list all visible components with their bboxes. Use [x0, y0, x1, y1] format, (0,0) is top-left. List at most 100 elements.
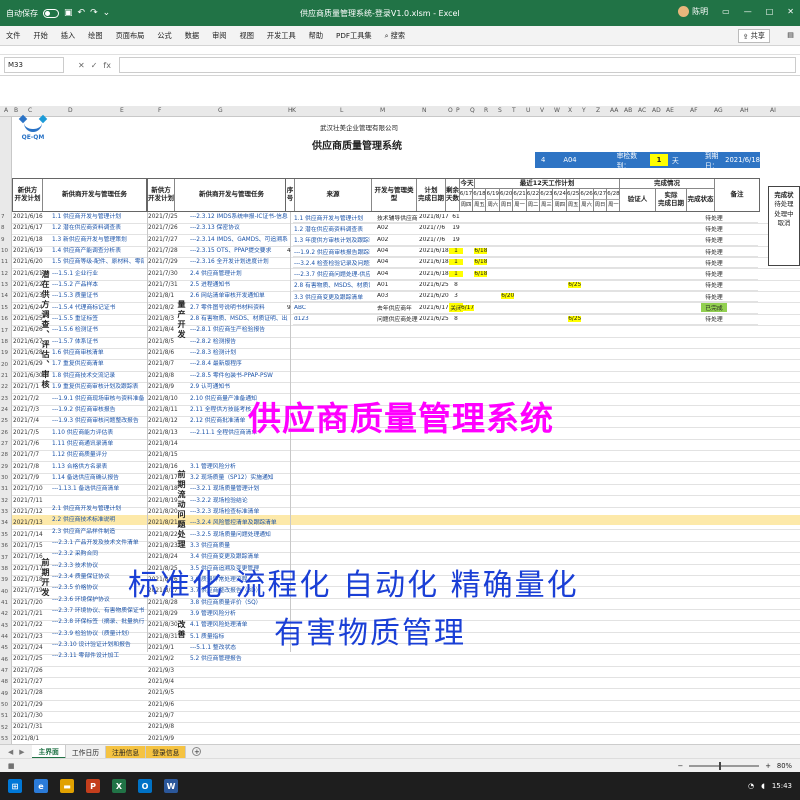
- column-header[interactable]: V: [540, 107, 544, 114]
- task-link[interactable]: 1.11 供应商通讯录清单: [52, 439, 144, 450]
- plan-date-cell[interactable]: 2021/7/31: [148, 280, 178, 291]
- plan-date-cell[interactable]: 2021/7/8: [13, 462, 39, 473]
- plan-date-cell[interactable]: 2021/7/29: [13, 700, 43, 711]
- column-header[interactable]: U: [526, 107, 530, 114]
- plan-date-cell[interactable]: 2021/7/27: [13, 677, 43, 688]
- column-header[interactable]: AH: [740, 107, 749, 114]
- row-header[interactable]: 27: [1, 441, 8, 447]
- plan-date-cell[interactable]: 2021/7/27: [148, 235, 178, 246]
- plan-date-cell[interactable]: 2021/6/29: [13, 359, 43, 370]
- enter-icon[interactable]: ✓: [91, 61, 98, 70]
- task-link[interactable]: 1.6 供应商审核清单: [52, 348, 144, 359]
- task-link[interactable]: ---2.8.4 最新版程序: [190, 359, 288, 370]
- plan-date-cell[interactable]: 2021/8/11: [148, 405, 178, 416]
- task-link[interactable]: 1.2 潜在供应商资料调查表: [52, 223, 144, 234]
- row-status[interactable]: 待处理: [701, 213, 727, 222]
- plan-date-cell[interactable]: 2021/6/23: [13, 291, 43, 302]
- column-header[interactable]: B: [14, 107, 18, 114]
- plan-date-cell[interactable]: 2021/9/1: [148, 643, 174, 654]
- row-header[interactable]: 53: [1, 736, 8, 742]
- column-header[interactable]: AC: [638, 107, 646, 114]
- plan-date-cell[interactable]: 2021/7/31: [13, 722, 43, 733]
- task-link[interactable]: ---1.5.2 产品样本: [52, 280, 144, 291]
- task-link[interactable]: ---2.3.14 IMDS、GAMDS、可追溯系统要求: [190, 235, 288, 246]
- plan-date-cell[interactable]: 2021/6/28: [13, 348, 43, 359]
- table-row[interactable]: 1.2 潜在供应商资料调查表 A02 2021/7/6 19 待处理: [293, 223, 758, 235]
- row-source[interactable]: ---3.2.4 检查检验记录及问题追踪: [294, 258, 370, 267]
- column-header[interactable]: K: [292, 107, 296, 114]
- plan-date-cell[interactable]: 2021/8/20: [148, 507, 178, 518]
- row-header[interactable]: 43: [1, 623, 8, 629]
- row-status[interactable]: 待处理: [701, 292, 727, 301]
- column-header[interactable]: AB: [624, 107, 632, 114]
- task-link[interactable]: ---3.2.3 现场检查标准清单: [190, 507, 288, 518]
- row-header[interactable]: 25: [1, 418, 8, 424]
- column-header[interactable]: Y: [582, 107, 586, 114]
- ribbon-tab[interactable]: 视图: [240, 31, 254, 41]
- row-status[interactable]: 已完成: [701, 303, 727, 313]
- plan-date-cell[interactable]: 2021/7/3: [13, 405, 39, 416]
- row-header[interactable]: 22: [1, 384, 8, 390]
- plan-date-cell[interactable]: 2021/7/14: [13, 530, 43, 541]
- plan-date-cell[interactable]: 2021/8/19: [148, 496, 178, 507]
- column-header[interactable]: A: [4, 107, 8, 114]
- save-icon[interactable]: ▣: [64, 8, 73, 18]
- row-header[interactable]: 50: [1, 702, 8, 708]
- column-header[interactable]: N: [422, 107, 427, 114]
- ribbon-tab[interactable]: 数据: [185, 31, 199, 41]
- ribbon-display-icon[interactable]: ▭: [722, 7, 730, 16]
- row-status[interactable]: 待处理: [701, 247, 727, 256]
- plan-date-cell[interactable]: 2021/9/3: [148, 666, 174, 677]
- undo-icon[interactable]: ↶: [78, 8, 86, 18]
- plan-date-cell[interactable]: 2021/8/3: [148, 314, 174, 325]
- row-status[interactable]: 待处理: [701, 269, 727, 278]
- row-header[interactable]: 26: [1, 430, 8, 436]
- start-icon[interactable]: ⊞: [8, 779, 22, 793]
- table-row[interactable]: 1.3 年度供方审核计划及跟踪表 A02 2021/7/6 19 待处理: [293, 235, 758, 246]
- plan-date-cell[interactable]: 2021/6/26: [13, 325, 43, 336]
- row-header[interactable]: 12: [1, 271, 8, 277]
- row-header[interactable]: 8: [1, 225, 5, 231]
- task-link[interactable]: 2.3 供应商产品样件制造: [52, 527, 144, 538]
- row-header[interactable]: 7: [1, 214, 5, 220]
- column-header[interactable]: O: [448, 107, 453, 114]
- row-header[interactable]: 24: [1, 407, 8, 413]
- sheet-tab[interactable]: 注册信息: [106, 745, 147, 758]
- row-source[interactable]: ---1.9.2 供应商审核报告跟踪表: [294, 247, 370, 256]
- fx-icon[interactable]: fx: [103, 61, 111, 70]
- row-source[interactable]: 1.2 潜在供应商资料调查表: [294, 224, 370, 233]
- task-link[interactable]: ---1.9.2 供应商审核报告: [52, 405, 144, 416]
- task-link[interactable]: 1.13 合格供方名录表: [52, 462, 144, 473]
- task-link[interactable]: ---2.3.1 产品开发及技术文件清单: [52, 538, 144, 549]
- table-row[interactable]: d123 问题供应商处理 2021/6/25 8 6/25 待处理: [293, 314, 758, 325]
- row-header[interactable]: 47: [1, 668, 8, 674]
- maximize-icon[interactable]: □: [766, 7, 774, 16]
- plan-date-cell[interactable]: 2021/7/26: [13, 666, 43, 677]
- plan-date-cell[interactable]: 2021/7/19: [13, 586, 43, 597]
- plan-date-cell[interactable]: 2021/6/27: [13, 337, 43, 348]
- row-header[interactable]: 33: [1, 509, 8, 515]
- add-sheet-icon[interactable]: +: [192, 747, 202, 756]
- row-status[interactable]: 待处理: [701, 314, 727, 323]
- ribbon-tab[interactable]: 页面布局: [116, 31, 145, 41]
- plan-date-cell[interactable]: 2021/8/2: [148, 303, 174, 314]
- plan-date-cell[interactable]: 2021/7/24: [13, 643, 43, 654]
- task-link[interactable]: ---2.3.12 IMDS系统申报-IC证书-信息: [190, 212, 288, 223]
- volume-icon[interactable]: ◖: [761, 782, 765, 790]
- row-header[interactable]: 46: [1, 657, 8, 663]
- column-header[interactable]: E: [120, 107, 124, 114]
- column-header[interactable]: F: [158, 107, 161, 114]
- plan-date-cell[interactable]: 2021/7/12: [13, 507, 43, 518]
- word-icon[interactable]: W: [164, 779, 178, 793]
- plan-date-cell[interactable]: 2021/6/22: [13, 280, 43, 291]
- row-header[interactable]: 41: [1, 600, 8, 606]
- task-link[interactable]: 1.10 供应商能力评估表: [52, 428, 144, 439]
- plan-date-cell[interactable]: 2021/7/18: [13, 575, 43, 586]
- zoom-slider[interactable]: [689, 761, 760, 770]
- sheet-tab[interactable]: 主界面: [32, 744, 66, 759]
- plan-date-cell[interactable]: 2021/8/9: [148, 382, 174, 393]
- row-header[interactable]: 39: [1, 577, 8, 583]
- plan-date-cell[interactable]: 2021/8/1: [148, 291, 174, 302]
- user-account[interactable]: 陈明: [678, 6, 708, 17]
- column-header[interactable]: AD: [652, 107, 661, 114]
